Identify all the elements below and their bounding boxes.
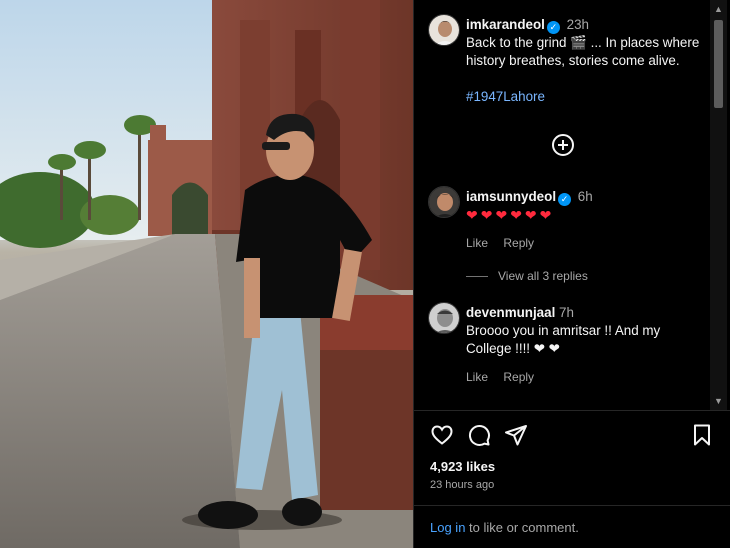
verified-badge-icon: ✓ [546, 21, 560, 34]
verified-badge-icon: ✓ [558, 193, 572, 206]
commenter-avatar[interactable] [428, 302, 460, 334]
caption-text: Back to the grind 🎬 ... In places where … [466, 35, 700, 68]
comment-time: 6h [577, 189, 593, 204]
post-photo-illustration [0, 0, 413, 548]
post-timestamp: 23 hours ago [430, 479, 495, 491]
paper-plane-icon[interactable] [504, 423, 528, 447]
comment-item: iamsunnydeol ✓ 6h ❤❤❤❤❤❤ Like Reply [428, 186, 702, 266]
login-prompt: Log in to like or comment. [430, 520, 579, 535]
heart-icon[interactable] [430, 423, 454, 447]
scroll-down-arrow-icon[interactable]: ▼ [710, 394, 727, 408]
footer-divider [414, 505, 730, 506]
post-time: 23h [566, 17, 589, 32]
comments-panel: imkarandeol ✓ 23h Back to the grind 🎬 ...… [413, 0, 730, 548]
post-caption: imkarandeol ✓ 23h Back to the grind 🎬 ...… [428, 14, 702, 114]
author-avatar-image [429, 15, 459, 45]
author-avatar[interactable] [428, 14, 460, 46]
comments-scrollbar[interactable]: ▲ ▼ [710, 0, 727, 410]
actions-divider [414, 410, 730, 411]
commenter-avatar-image [429, 303, 459, 333]
commenter-avatar[interactable] [428, 186, 460, 218]
comment-text: ❤❤❤❤❤❤ [466, 207, 555, 223]
view-replies-label: View all 3 replies [498, 269, 588, 283]
comment-reply-button[interactable]: Reply [503, 370, 534, 384]
commenter-username[interactable]: iamsunnydeol [466, 189, 556, 204]
comment-like-button[interactable]: Like [466, 370, 488, 384]
plus-circle-icon[interactable] [552, 134, 574, 156]
comments-scroll-area[interactable]: imkarandeol ✓ 23h Back to the grind 🎬 ...… [414, 0, 710, 410]
bookmark-icon[interactable] [690, 423, 714, 447]
comment-bubble-icon[interactable] [467, 423, 491, 447]
login-link[interactable]: Log in [430, 520, 465, 535]
commenter-avatar-image [429, 187, 459, 217]
author-username[interactable]: imkarandeol [466, 17, 545, 32]
scroll-up-arrow-icon[interactable]: ▲ [710, 2, 727, 16]
comment-time: 7h [559, 305, 574, 320]
like-count[interactable]: 4,923 likes [430, 459, 495, 474]
post-photo[interactable] [0, 0, 413, 548]
comment-text: Broooo you in amritsar !! And my College… [466, 323, 661, 356]
commenter-username[interactable]: devenmunjaal [466, 305, 555, 320]
comment-like-button[interactable]: Like [466, 236, 488, 250]
post-actions [430, 423, 714, 449]
comment-reply-button[interactable]: Reply [503, 236, 534, 250]
replies-divider-line [466, 276, 488, 278]
comment-item: devenmunjaal 7h Broooo you in amritsar !… [428, 302, 702, 392]
scrollbar-thumb[interactable] [714, 20, 723, 108]
login-suffix: to like or comment. [465, 520, 579, 535]
view-replies-button[interactable]: View all 3 replies [466, 269, 588, 283]
hashtag-link[interactable]: #1947Lahore [466, 89, 545, 104]
